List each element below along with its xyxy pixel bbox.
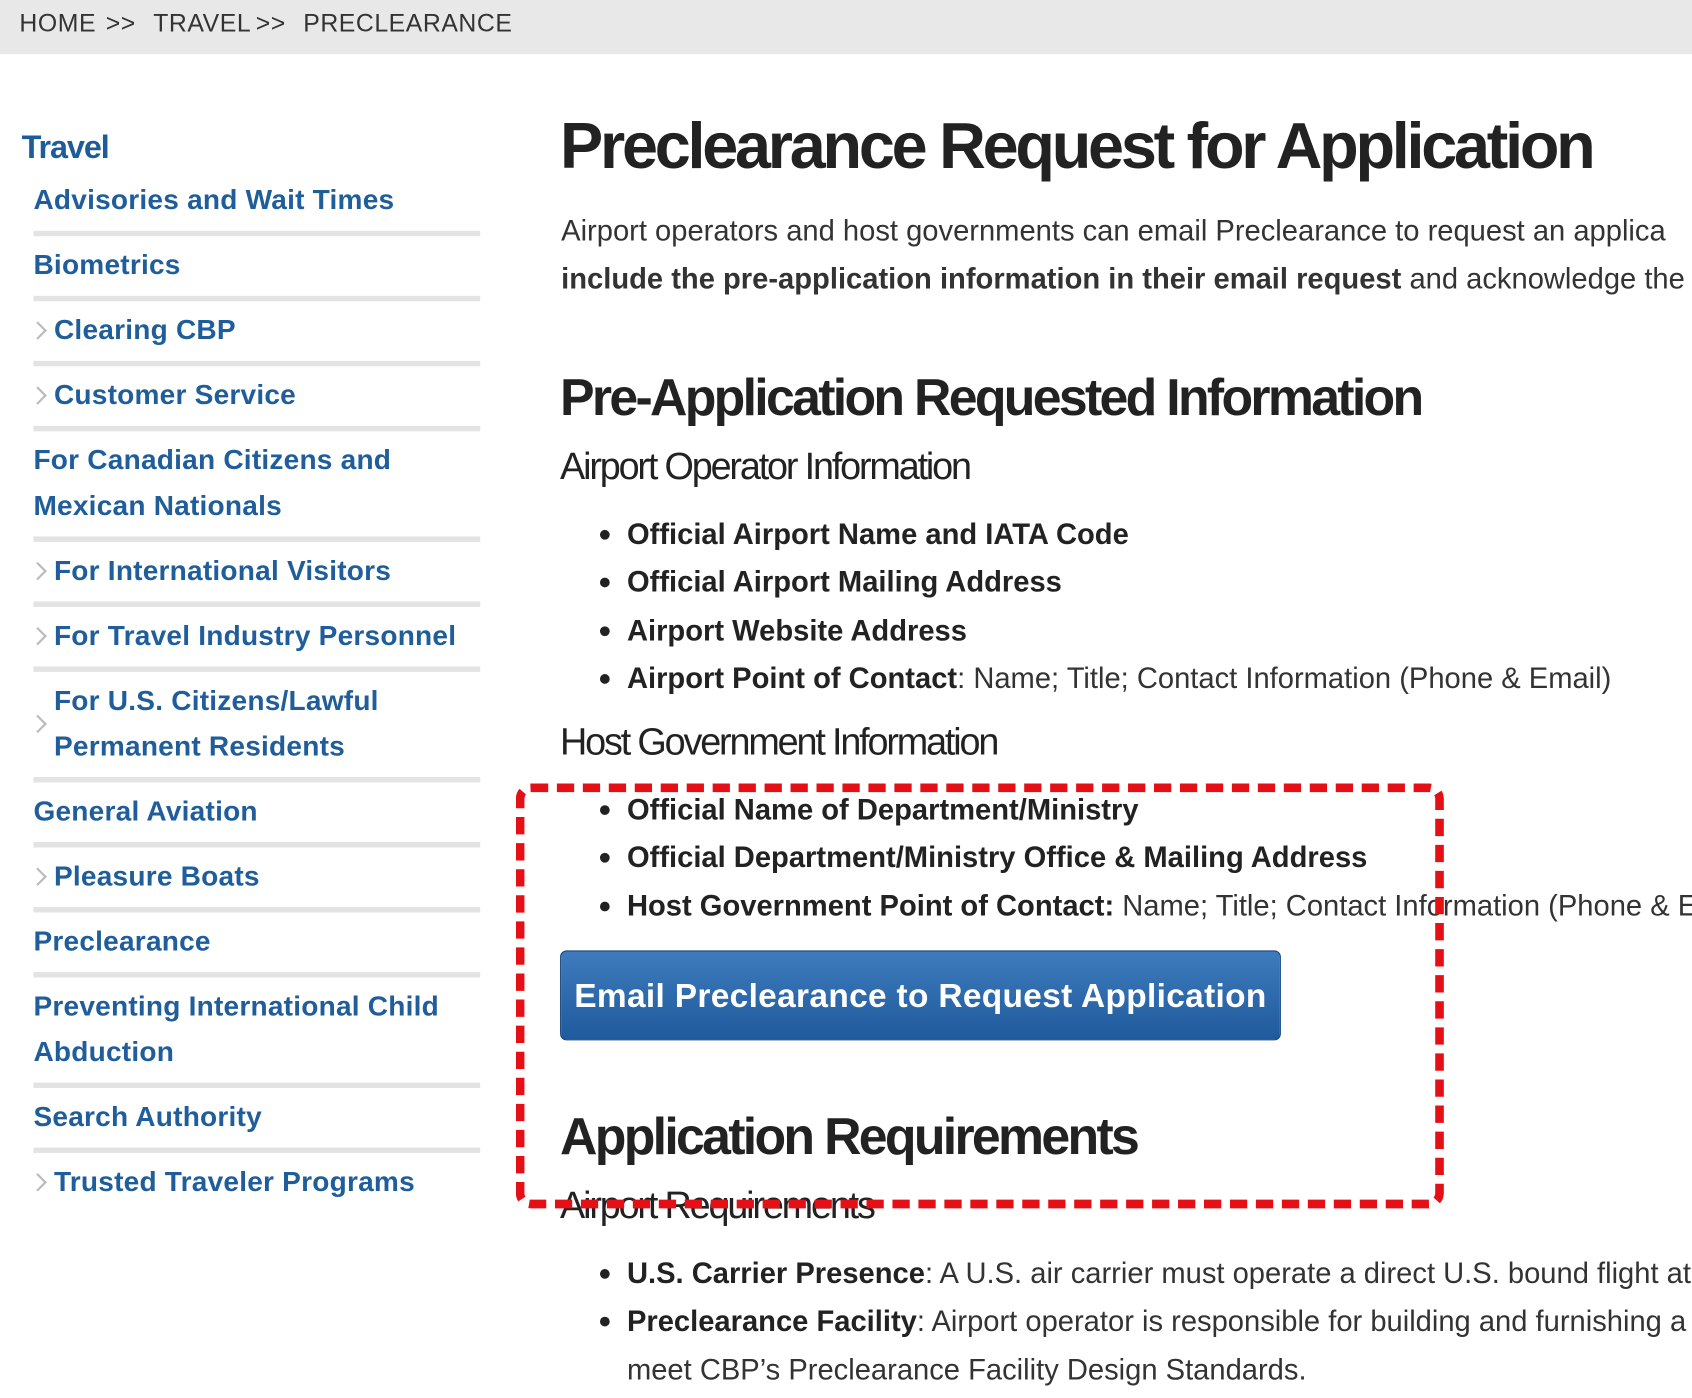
- sidebar-item-customer-service[interactable]: Customer Service: [28, 372, 481, 432]
- sidebar-item-label: Advisories and Wait Times: [33, 183, 395, 216]
- pre-application-heading: Pre-Application Requested Information: [560, 369, 1424, 427]
- sidebar-item-biometrics[interactable]: Biometrics: [33, 242, 481, 302]
- list-item-continuation: meet CBP’s Preclearance Facility Design …: [626, 1353, 1307, 1387]
- breadcrumb-home[interactable]: HOME: [19, 9, 96, 38]
- list-item: Airport Point of Contact: Name; Title; C…: [599, 655, 1611, 703]
- sidebar-item-label: Trusted Traveler Programs: [53, 1164, 415, 1198]
- sidebar-item-travel-industry[interactable]: For Travel Industry Personnel: [28, 612, 481, 672]
- list-item: Official Airport Mailing Address: [599, 558, 1062, 606]
- breadcrumb: HOME >> TRAVEL >> PRECLEARANCE: [0, 0, 1692, 55]
- chevron-right-icon: [28, 321, 47, 340]
- sidebar-item-trusted-traveler[interactable]: Trusted Traveler Programs: [28, 1158, 480, 1212]
- sidebar-item-label: Mexican Nationals: [33, 488, 282, 522]
- intro-bold: include the pre-application information …: [561, 262, 1402, 295]
- sidebar-item-label: Pleasure Boats: [53, 859, 260, 892]
- sidebar-item-advisories[interactable]: Advisories and Wait Times: [33, 177, 481, 237]
- sidebar-item-search-authority[interactable]: Search Authority: [33, 1093, 481, 1154]
- sidebar-item-label: Preventing International Child: [33, 989, 440, 1022]
- list-item: Preclearance Facility: Airport operator …: [599, 1297, 1686, 1345]
- sidebar-item-label: Customer Service: [53, 378, 297, 411]
- chevron-right-icon: [28, 386, 47, 405]
- sidebar-item-label: General Aviation: [33, 794, 258, 827]
- chevron-right-icon: [28, 626, 47, 646]
- breadcrumb-separator: >>: [105, 8, 136, 37]
- highlight-annotation-box: [515, 783, 1444, 1209]
- sidebar-item-label: Abduction: [33, 1034, 175, 1068]
- breadcrumb-separator: >>: [255, 8, 286, 37]
- page: HOME >> TRAVEL >> PRECLEARANCE Travel Ad…: [0, 0, 1692, 1398]
- sidebar-item-label: Biometrics: [33, 248, 181, 281]
- sidebar-item-international-visitors[interactable]: For International Visitors: [28, 547, 481, 607]
- sidebar-item-label: For International Visitors: [53, 553, 392, 587]
- chevron-right-icon: [28, 1173, 47, 1192]
- sidebar-item-label: For Canadian Citizens and: [33, 443, 392, 476]
- sidebar-item-label: Clearing CBP: [53, 313, 236, 346]
- sidebar-item-label: Search Authority: [33, 1099, 262, 1133]
- sidebar-item-child-abduction[interactable]: Preventing International Child Abduction: [33, 983, 481, 1089]
- sidebar-item-pleasure-boats[interactable]: Pleasure Boats: [28, 853, 481, 913]
- sidebar-item-clearing-cbp[interactable]: Clearing CBP: [28, 307, 481, 367]
- intro-text: include the pre-application information …: [561, 255, 1685, 303]
- chevron-right-icon: [28, 867, 47, 886]
- chevron-right-icon: [28, 561, 47, 581]
- intro-text: Airport operators and host governments c…: [561, 214, 1666, 248]
- sidebar-title[interactable]: Travel: [22, 130, 110, 167]
- sidebar-item-preclearance[interactable]: Preclearance: [33, 918, 481, 978]
- list-item: Airport Website Address: [599, 607, 967, 655]
- list-item: U.S. Carrier Presence: A U.S. air carrie…: [599, 1250, 1692, 1298]
- sidebar-item-label: For U.S. Citizens/Lawful: [53, 683, 379, 717]
- page-title: Preclearance Request for Application: [560, 109, 1596, 183]
- host-government-heading: Host Government Information: [560, 720, 999, 763]
- sidebar-item-label: For Travel Industry Personnel: [53, 618, 457, 652]
- intro-rest: and acknowledge the: [1401, 262, 1685, 295]
- list-item: Official Airport Name and IATA Code: [599, 510, 1129, 558]
- breadcrumb-preclearance: PRECLEARANCE: [303, 8, 513, 37]
- sidebar-item-us-citizens[interactable]: For U.S. Citizens/Lawful Permanent Resid…: [28, 677, 481, 783]
- airport-operator-heading: Airport Operator Information: [560, 445, 972, 488]
- sidebar-item-label: Preclearance: [33, 924, 211, 957]
- sidebar-item-label: Permanent Residents: [53, 729, 345, 762]
- chevron-right-icon: [28, 714, 47, 734]
- breadcrumb-travel[interactable]: TRAVEL: [153, 9, 251, 38]
- sidebar-item-general-aviation[interactable]: General Aviation: [33, 788, 481, 848]
- sidebar-item-canadian-mexican[interactable]: For Canadian Citizens and Mexican Nation…: [33, 437, 481, 542]
